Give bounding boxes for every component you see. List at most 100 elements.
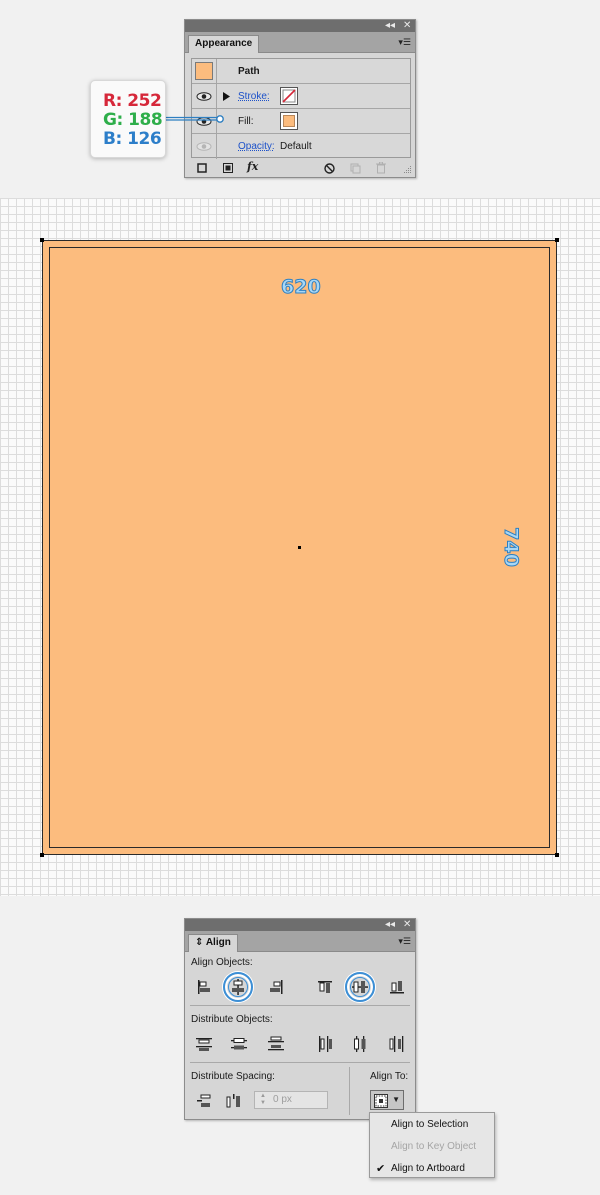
vertical-align-center-button[interactable]: [351, 978, 369, 996]
distribute-horizontal-center-icon: [354, 1036, 366, 1052]
appearance-row-path[interactable]: Path: [192, 59, 410, 84]
horizontal-distribute-left-button[interactable]: [316, 1035, 334, 1053]
distribute-right-icon: [389, 1036, 404, 1052]
distribute-vertical-center-icon: [231, 1038, 247, 1050]
trash-icon[interactable]: [376, 162, 386, 174]
appearance-footer: fx: [185, 159, 415, 177]
appearance-row-fill[interactable]: Fill:: [192, 109, 410, 134]
align-right-icon: [270, 980, 283, 994]
section-divider: [190, 1005, 410, 1006]
distribute-objects-label: Distribute Objects:: [191, 1014, 273, 1025]
row-gutter: [192, 134, 217, 159]
distribute-left-icon: [319, 1036, 332, 1052]
red-value: R: 252: [103, 91, 162, 111]
align-bottom-icon: [390, 981, 404, 994]
horizontal-distribute-space-button[interactable]: [225, 1092, 243, 1110]
panel-titlebar[interactable]: ◂◂ ✕: [185, 919, 415, 931]
vertical-align-top-button[interactable]: [316, 978, 334, 996]
new-stroke-icon[interactable]: [197, 163, 207, 173]
fill-color-chip: [283, 115, 295, 127]
menu-item-label: Align to Artboard: [391, 1163, 465, 1174]
artboard-target-icon: [375, 1095, 387, 1107]
appearance-row-opacity[interactable]: Opacity: Default: [192, 134, 410, 159]
anchor-point[interactable]: [555, 853, 559, 857]
section-divider: [190, 1062, 410, 1063]
tab-align[interactable]: ⇕ Align: [188, 934, 238, 952]
checkmark-icon: ✔: [376, 1162, 386, 1175]
panel-tab-row: ⇕ Align ▾☰: [185, 931, 415, 952]
row-gutter: [192, 84, 217, 108]
spacing-value: 0 px: [273, 1094, 292, 1105]
align-to-label: Align To:: [370, 1071, 409, 1082]
callout-connector-line: [166, 115, 224, 123]
spacing-stepper-icon[interactable]: ▲ ▼: [257, 1093, 269, 1107]
close-panel-icon[interactable]: ✕: [403, 20, 411, 32]
eye-icon[interactable]: [196, 92, 212, 101]
fill-label[interactable]: Fill:: [238, 116, 254, 127]
align-to-artboard-icon: [374, 1094, 388, 1108]
menu-item-align-to-selection[interactable]: Align to Selection: [370, 1114, 494, 1136]
fx-icon[interactable]: fx: [247, 161, 258, 173]
horizontal-align-left-button[interactable]: [195, 978, 213, 996]
panel-tab-row: Appearance ▾☰: [185, 32, 415, 53]
expand-triangle-icon[interactable]: [223, 92, 230, 101]
clear-appearance-icon[interactable]: [324, 163, 335, 174]
collapse-panel-icon[interactable]: ◂◂: [385, 919, 395, 931]
anchor-point[interactable]: [555, 238, 559, 242]
horizontal-align-center-button[interactable]: [229, 978, 247, 996]
align-vertical-center-icon: [352, 981, 368, 993]
vertical-distribute-center-button[interactable]: [230, 1035, 248, 1053]
object-type-label: Path: [238, 66, 260, 77]
distribute-bottom-icon: [268, 1036, 284, 1051]
horizontal-align-right-button[interactable]: [267, 978, 285, 996]
align-to-dropdown-button[interactable]: ▼: [370, 1090, 404, 1110]
tab-align-label: Align: [205, 937, 231, 948]
blue-value: B: 126: [103, 129, 162, 149]
menu-item-align-to-artboard[interactable]: ✔ Align to Artboard: [370, 1158, 494, 1180]
tab-appearance[interactable]: Appearance: [188, 35, 260, 53]
vertical-distribute-top-button[interactable]: [195, 1035, 213, 1053]
path-thumbnail: [195, 62, 213, 80]
tab-options-icon[interactable]: ⇕: [195, 937, 203, 948]
appearance-list: Path Stroke: Fill: Opacity: Default: [191, 58, 411, 159]
align-top-icon: [318, 981, 332, 993]
vertical-distribute-space-button[interactable]: [195, 1092, 213, 1110]
resize-grip-icon[interactable]: [404, 166, 412, 174]
anchor-point[interactable]: [40, 853, 44, 857]
collapse-panel-icon[interactable]: ◂◂: [385, 20, 395, 32]
chevron-down-icon: ▼: [392, 1095, 400, 1104]
distribute-top-icon: [196, 1038, 212, 1051]
center-point[interactable]: [298, 546, 301, 549]
width-dimension-label: 620: [281, 276, 322, 299]
stroke-label[interactable]: Stroke:: [238, 91, 270, 102]
anchor-point[interactable]: [40, 238, 44, 242]
duplicate-item-icon[interactable]: [350, 163, 361, 174]
opacity-value: Default: [280, 141, 312, 152]
close-panel-icon[interactable]: ✕: [403, 919, 411, 931]
rgb-value-callout: R: 252 G: 188 B: 126: [90, 80, 166, 158]
menu-item-align-to-key-object: Align to Key Object: [370, 1136, 494, 1158]
green-value: G: 188: [103, 110, 163, 130]
new-fill-icon[interactable]: [223, 163, 233, 173]
panel-menu-icon[interactable]: ▾☰: [397, 935, 411, 947]
fill-color-swatch[interactable]: [280, 112, 298, 130]
panel-menu-icon[interactable]: ▾☰: [397, 36, 411, 48]
opacity-label[interactable]: Opacity:: [238, 141, 275, 152]
vertical-align-bottom-button[interactable]: [388, 978, 406, 996]
menu-item-label: Align to Key Object: [391, 1141, 477, 1152]
panel-titlebar[interactable]: ◂◂ ✕: [185, 20, 415, 32]
horizontal-distribute-right-button[interactable]: [388, 1035, 406, 1053]
appearance-panel: ◂◂ ✕ Appearance ▾☰ Path Stroke: Fill: Op…: [184, 19, 416, 178]
menu-item-label: Align to Selection: [391, 1119, 469, 1130]
eye-icon[interactable]: [196, 142, 212, 151]
distribute-vertical-space-icon: [197, 1094, 211, 1107]
align-to-menu: Align to Selection Align to Key Object ✔…: [369, 1112, 495, 1178]
align-left-icon: [198, 980, 210, 994]
distribute-spacing-input[interactable]: ▲ ▼ 0 px: [254, 1091, 328, 1109]
appearance-row-stroke[interactable]: Stroke:: [192, 84, 410, 109]
none-swatch-icon: [282, 89, 296, 103]
stroke-none-swatch[interactable]: [280, 87, 298, 105]
vertical-distribute-bottom-button[interactable]: [267, 1035, 285, 1053]
vertical-divider: [349, 1067, 350, 1115]
horizontal-distribute-center-button[interactable]: [351, 1035, 369, 1053]
